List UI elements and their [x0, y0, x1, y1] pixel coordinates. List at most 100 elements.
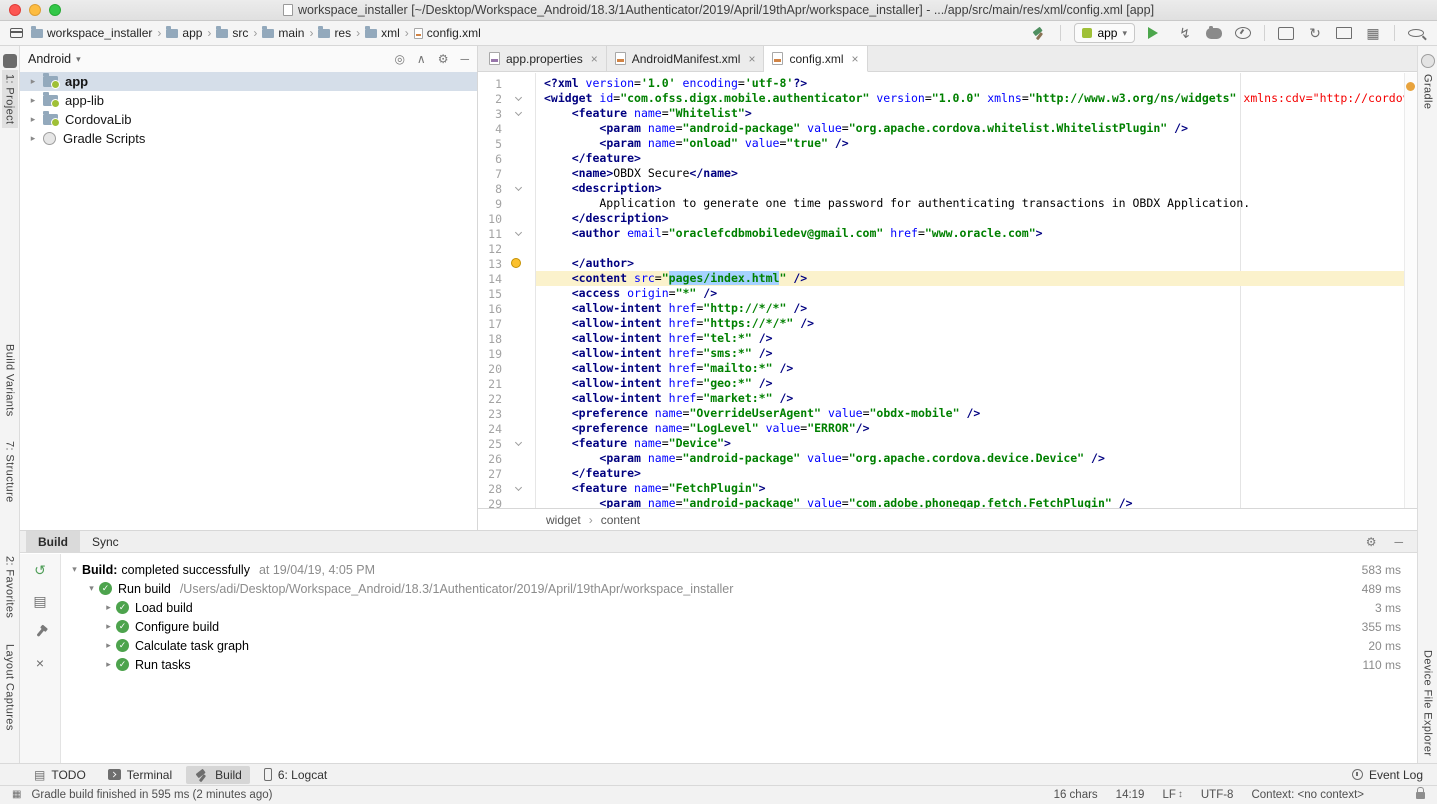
build-row[interactable]: ▸✓Run tasks110 ms	[61, 655, 1417, 674]
gutter-line[interactable]: 27	[478, 466, 535, 481]
file-encoding[interactable]: UTF-8	[1201, 789, 1234, 801]
run-config-select[interactable]: app ▾	[1074, 23, 1135, 43]
gutter-line[interactable]: 1	[478, 76, 535, 91]
gutter-line[interactable]: 22	[478, 391, 535, 406]
search-everywhere-icon[interactable]	[1408, 29, 1424, 37]
code-line[interactable]: <feature name="Whitelist">	[536, 106, 1417, 121]
breadcrumb-item[interactable]: app	[166, 26, 202, 40]
code-line[interactable]: <param name="android-package" value="org…	[536, 451, 1417, 466]
breadcrumb-item[interactable]: res	[318, 26, 351, 40]
project-tool-icon[interactable]	[3, 54, 17, 68]
tool-window-switcher-icon[interactable]: ▦	[12, 790, 21, 800]
code-editor[interactable]: <?xml version='1.0' encoding='utf-8'?><w…	[536, 73, 1417, 508]
build-hammer-icon[interactable]	[1031, 26, 1047, 40]
line-number[interactable]: 16	[478, 302, 502, 316]
breadcrumb-item[interactable]: src	[216, 26, 248, 40]
line-number[interactable]: 22	[478, 392, 502, 406]
gutter-line[interactable]: 9	[478, 196, 535, 211]
line-number[interactable]: 29	[478, 497, 502, 509]
close-panel-icon[interactable]: ×	[32, 655, 48, 671]
code-line[interactable]: <allow-intent href="geo:*" />	[536, 376, 1417, 391]
tool-window-button-terminal[interactable]: Terminal	[100, 766, 180, 784]
line-number[interactable]: 25	[478, 437, 502, 451]
gutter-line[interactable]: 10	[478, 211, 535, 226]
gutter-line[interactable]: 11	[478, 226, 535, 241]
line-separator-widget[interactable]: LF ↕	[1162, 789, 1182, 801]
breadcrumb-element[interactable]: content	[601, 513, 640, 527]
line-number[interactable]: 19	[478, 347, 502, 361]
tool-window-button-build[interactable]: Build	[186, 766, 250, 784]
code-line[interactable]: Application to generate one time passwor…	[536, 196, 1417, 211]
fold-icon[interactable]	[515, 483, 522, 490]
profile-icon[interactable]	[1235, 27, 1251, 39]
breadcrumb-item[interactable]: config.xml	[414, 26, 481, 40]
gutter-line[interactable]: 24	[478, 421, 535, 436]
build-panel-tab-sync[interactable]: Sync	[80, 531, 131, 553]
gutter-line[interactable]: 2	[478, 91, 535, 106]
build-settings-icon[interactable]: ⚙	[1366, 536, 1377, 548]
gutter-line[interactable]: 16	[478, 301, 535, 316]
chevron-down-icon[interactable]: ▾	[67, 564, 82, 575]
gutter-line[interactable]: 23	[478, 406, 535, 421]
gutter-line[interactable]: 17	[478, 316, 535, 331]
editor-tab-config-xml[interactable]: config.xml×	[764, 46, 867, 72]
tool-window-button-todo[interactable]: ▤TODO	[26, 766, 94, 784]
chevron-down-icon[interactable]: ▾	[84, 583, 99, 594]
line-number[interactable]: 23	[478, 407, 502, 421]
run-button[interactable]	[1148, 27, 1164, 39]
line-number[interactable]: 1	[478, 77, 502, 91]
code-line[interactable]: <preference name="LogLevel" value="ERROR…	[536, 421, 1417, 436]
line-number[interactable]: 2	[478, 92, 502, 106]
code-line[interactable]: <name>OBDX Secure</name>	[536, 166, 1417, 181]
code-line[interactable]: <widget id="com.ofss.digx.mobile.authent…	[536, 91, 1417, 106]
line-number[interactable]: 10	[478, 212, 502, 226]
chevron-right-icon[interactable]: ▸	[101, 640, 116, 651]
build-row[interactable]: ▾Build:completed successfullyat 19/04/19…	[61, 560, 1417, 579]
code-line[interactable]: <feature name="Device">	[536, 436, 1417, 451]
tree-item-cordovalib[interactable]: ▸CordovaLib	[20, 110, 477, 129]
toggle-view-icon[interactable]: ▤	[32, 593, 48, 609]
code-line[interactable]: <description>	[536, 181, 1417, 196]
settings-gear-icon[interactable]: ⚙	[438, 53, 449, 65]
restart-build-icon[interactable]: ↺	[32, 562, 48, 578]
chevron-right-icon[interactable]: ▸	[101, 602, 116, 613]
tree-item-app[interactable]: ▸app	[20, 72, 477, 91]
fold-icon[interactable]	[515, 183, 522, 190]
build-panel-tab-build[interactable]: Build	[26, 531, 80, 553]
build-row[interactable]: ▸✓Configure build355 ms	[61, 617, 1417, 636]
breadcrumb-item[interactable]: workspace_installer	[31, 26, 152, 40]
gutter-line[interactable]: 25	[478, 436, 535, 451]
caret-position[interactable]: 14:19	[1116, 789, 1145, 801]
code-line[interactable]: </feature>	[536, 466, 1417, 481]
line-number[interactable]: 7	[478, 167, 502, 181]
line-number[interactable]: 6	[478, 152, 502, 166]
line-number[interactable]: 9	[478, 197, 502, 211]
editor-gutter[interactable]: 1234567891011121314151617181920212223242…	[478, 73, 536, 508]
code-line[interactable]: <allow-intent href="http://*/*" />	[536, 301, 1417, 316]
gutter-line[interactable]: 19	[478, 346, 535, 361]
build-row[interactable]: ▾✓Run build/Users/adi/Desktop/Workspace_…	[61, 579, 1417, 598]
line-number[interactable]: 8	[478, 182, 502, 196]
tool-stripe-button-2-favorites[interactable]: 2: Favorites	[2, 552, 18, 622]
gutter-line[interactable]: 7	[478, 166, 535, 181]
error-stripe[interactable]	[1404, 73, 1417, 508]
tool-stripe-button-7-structure[interactable]: 7: Structure	[2, 437, 18, 507]
line-number[interactable]: 5	[478, 137, 502, 151]
close-icon[interactable]: ×	[591, 52, 598, 66]
code-line[interactable]: <param name="android-package" value="org…	[536, 121, 1417, 136]
debug-icon[interactable]	[1206, 28, 1222, 39]
gutter-line[interactable]: 26	[478, 451, 535, 466]
code-line[interactable]: </feature>	[536, 151, 1417, 166]
line-number[interactable]: 26	[478, 452, 502, 466]
breadcrumb-element[interactable]: widget	[546, 513, 581, 527]
gutter-line[interactable]: 14	[478, 271, 535, 286]
line-number[interactable]: 12	[478, 242, 502, 256]
code-line[interactable]	[536, 241, 1417, 256]
line-number[interactable]: 17	[478, 317, 502, 331]
fold-icon[interactable]	[515, 228, 522, 235]
code-line[interactable]: <allow-intent href="mailto:*" />	[536, 361, 1417, 376]
project-view-selector[interactable]: Android	[28, 52, 71, 66]
fold-icon[interactable]	[515, 108, 522, 115]
code-line[interactable]: <allow-intent href="tel:*" />	[536, 331, 1417, 346]
chevron-right-icon[interactable]: ▸	[101, 659, 116, 670]
